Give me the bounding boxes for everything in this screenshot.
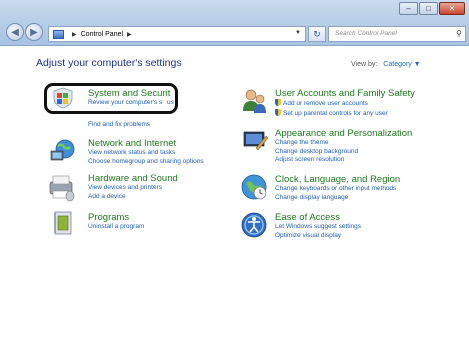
forward-button[interactable]: ▶ — [25, 23, 43, 41]
breadcrumb-arrow-icon[interactable]: ▶ — [127, 31, 132, 38]
clock-language-title[interactable]: Clock, Language, and Region — [275, 174, 400, 185]
category-user-accounts: User Accounts and Family Safety Add or r… — [275, 88, 415, 118]
system-security-title[interactable]: System and Securit — [88, 88, 174, 99]
view-by[interactable]: View by: Category ▼ — [351, 61, 421, 68]
minimize-icon[interactable]: – — [399, 2, 418, 15]
adjust-resolution-link[interactable]: Adjust screen resolution — [275, 156, 412, 165]
category-ease-of-access: Ease of Access Let Windows suggest setti… — [275, 212, 361, 240]
appearance-title[interactable]: Appearance and Personalization — [275, 128, 412, 139]
breadcrumb-control-panel[interactable]: Control Panel — [81, 31, 123, 38]
parental-controls-link[interactable]: Set up parental controls for any user — [275, 108, 415, 119]
view-devices-link[interactable]: View devices and printers — [88, 184, 178, 193]
suggest-settings-link[interactable]: Let Windows suggest settings — [275, 223, 361, 232]
category-network-internet: Network and Internet View network status… — [88, 138, 204, 166]
close-icon[interactable]: ✕ — [439, 2, 465, 15]
refresh-button[interactable]: ↻ — [308, 26, 326, 42]
ease-of-access-icon — [241, 212, 267, 238]
category-clock-language: Clock, Language, and Region Change keybo… — [275, 174, 400, 202]
view-network-status-link[interactable]: View network status and tasks — [88, 149, 204, 158]
search-input[interactable]: Search Control Panel ⚲ — [328, 26, 466, 42]
uninstall-program-link[interactable]: Uninstall a program — [88, 223, 144, 232]
page-title: Adjust your computer's settings — [36, 57, 182, 69]
category-hardware-sound: Hardware and Sound View devices and prin… — [88, 173, 178, 201]
ease-of-access-title[interactable]: Ease of Access — [275, 212, 361, 223]
change-theme-link[interactable]: Change the theme — [275, 139, 412, 148]
shield-icon — [275, 108, 281, 116]
chevron-down-icon[interactable]: ▼ — [295, 30, 301, 36]
category-appearance: Appearance and Personalization Change th… — [275, 128, 412, 165]
network-internet-title[interactable]: Network and Internet — [88, 138, 204, 149]
find-fix-problems-link[interactable]: Find and fix problems — [88, 121, 150, 130]
clock-language-region-icon — [241, 174, 267, 200]
change-keyboards-link[interactable]: Change keyboards or other input methods — [275, 185, 400, 194]
breadcrumb-arrow-icon: ▶ — [72, 31, 77, 38]
choose-homegroup-link[interactable]: Choose homegroup and sharing options — [88, 158, 204, 167]
window-controls: – □ ✕ — [398, 2, 465, 15]
category-programs: Programs Uninstall a program — [88, 212, 144, 232]
address-bar[interactable]: ▶ Control Panel ▶ ▼ — [48, 26, 306, 42]
add-remove-users-link[interactable]: Add or remove user accounts — [275, 99, 415, 109]
hardware-sound-icon — [49, 175, 75, 202]
search-icon[interactable]: ⚲ — [456, 29, 462, 38]
user-accounts-title[interactable]: User Accounts and Family Safety — [275, 88, 415, 99]
maximize-icon[interactable]: □ — [419, 2, 438, 15]
programs-icon — [54, 211, 72, 235]
view-by-dropdown[interactable]: Category ▼ — [383, 61, 420, 68]
programs-title[interactable]: Programs — [88, 212, 144, 223]
change-background-link[interactable]: Change desktop background — [275, 148, 412, 157]
change-language-link[interactable]: Change display language — [275, 194, 400, 203]
add-device-link[interactable]: Add a device — [88, 193, 178, 202]
review-status-link[interactable]: Review your computer's s us — [88, 99, 174, 108]
category-system-security-extra: Find and fix problems — [88, 121, 150, 130]
back-button[interactable]: ◀ — [6, 23, 24, 41]
window-chrome: – □ ✕ ◀ ▶ ▶ Control Panel ▶ ▼ ↻ Search C… — [0, 0, 469, 46]
optimize-display-link[interactable]: Optimize visual display — [275, 232, 361, 241]
hardware-sound-title[interactable]: Hardware and Sound — [88, 173, 178, 184]
shield-icon — [275, 99, 281, 106]
system-security-icon — [53, 87, 73, 109]
user-accounts-icon — [243, 89, 266, 113]
network-internet-icon — [50, 139, 75, 161]
appearance-icon — [243, 131, 268, 151]
control-panel-icon — [53, 29, 64, 39]
category-system-security: System and Securit Review your computer'… — [88, 88, 174, 108]
